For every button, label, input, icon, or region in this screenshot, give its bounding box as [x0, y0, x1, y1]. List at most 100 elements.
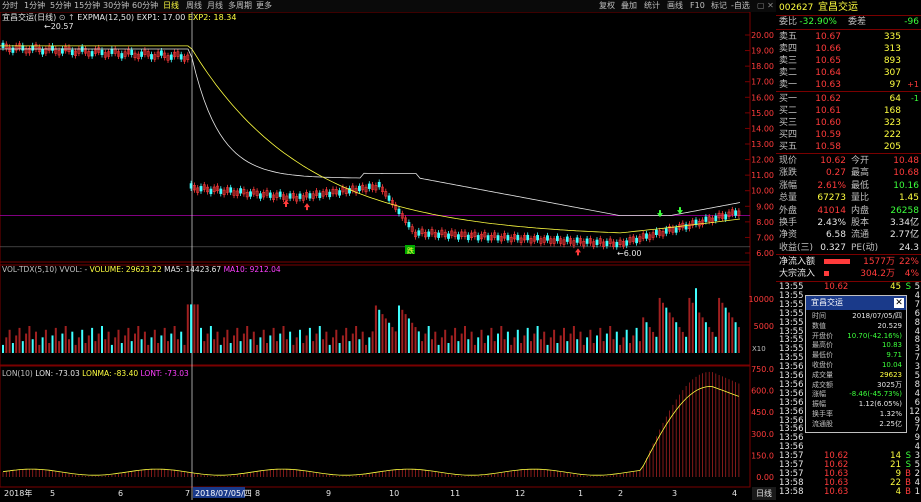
kline-chart-svg[interactable]: 20.0019.0018.0017.0016.0015.0014.0013.00…: [0, 11, 775, 500]
volume-bar: [38, 344, 41, 353]
period-tab-1[interactable]: 1分钟: [24, 1, 45, 11]
price-tick-label: 9.00: [756, 202, 774, 211]
period-tab-7[interactable]: 周线: [186, 1, 202, 11]
toolbar-button-5[interactable]: 标记: [711, 1, 727, 11]
stat-label: PE(动): [851, 242, 879, 253]
toolbar-button-3[interactable]: 画线: [667, 1, 683, 11]
popup-label: 涨幅: [812, 390, 826, 399]
tab-daily[interactable]: 日线: [752, 487, 776, 500]
stat-row: 收益(三) 0.327 PE(动) 24.3: [776, 242, 921, 254]
volume-bar: [170, 333, 173, 353]
volume-bar: [209, 326, 212, 353]
bid-row[interactable]: 买三 10.60 323: [776, 117, 921, 129]
volume-bar: [516, 329, 519, 353]
volume-bar: [421, 341, 424, 353]
bar-info-popup[interactable]: 宜昌交运 ✕ 时间 2018/07/05/四 数值 20.529 开盘价 10.70(-4…: [805, 295, 907, 433]
ask-row[interactable]: 卖四 10.66 313: [776, 43, 921, 55]
candle-body: [357, 185, 361, 192]
flow-label: 净流入额: [779, 257, 816, 267]
volume-bar: [427, 326, 430, 353]
bid-change: -1: [911, 94, 919, 103]
bid-row[interactable]: 买四 10.59 222: [776, 129, 921, 141]
volume-bar: [325, 331, 328, 353]
bid-row[interactable]: 买五 10.58 205: [776, 141, 921, 153]
period-tab-2[interactable]: 5分钟: [50, 1, 71, 11]
volume-bar: [219, 344, 222, 353]
stat-value: 10.68: [893, 168, 919, 179]
period-tab-4[interactable]: 30分钟: [103, 1, 129, 11]
volume-bar: [378, 309, 381, 353]
price-tick-label: 18.00: [751, 62, 774, 71]
volume-bar: [361, 331, 364, 353]
popup-title: 宜昌交运: [811, 298, 843, 307]
period-tab-5[interactable]: 60分钟: [132, 1, 158, 11]
window-controls[interactable]: ▢ ✕: [757, 1, 774, 11]
toolbar-button-4[interactable]: F10: [690, 1, 705, 11]
volume-bar: [688, 297, 691, 353]
period-tab-0[interactable]: 分时: [2, 1, 18, 11]
volume-bar: [619, 344, 622, 353]
period-tab-8[interactable]: 月线: [207, 1, 223, 11]
period-tab-6[interactable]: 日线: [163, 1, 179, 11]
bid-row[interactable]: 买二 10.61 168: [776, 105, 921, 117]
period-tab-3[interactable]: 15分钟: [74, 1, 100, 11]
volume-bar: [444, 329, 447, 353]
bid-row[interactable]: 买一 10.62 64 -1: [776, 93, 921, 105]
volume-bar: [543, 331, 546, 353]
volume-bar: [569, 333, 572, 353]
toolbar-button-0[interactable]: 复权: [599, 1, 615, 11]
volume-bar: [371, 331, 374, 353]
volume-bar: [5, 337, 8, 353]
volume-bar: [289, 331, 292, 353]
popup-value: 9.71: [886, 351, 902, 360]
bid-price: 10.62: [815, 94, 841, 104]
volume-bar: [450, 335, 453, 353]
close-icon[interactable]: ✕: [894, 298, 904, 308]
volume-bar: [553, 329, 556, 353]
volume-bar: [536, 326, 539, 353]
volume-bar: [203, 341, 206, 353]
volume-bar: [97, 333, 100, 353]
volume-bar: [186, 304, 189, 353]
candle-body: [734, 210, 738, 216]
popup-value: 29623: [879, 370, 902, 379]
price-tick-label: 19.00: [751, 47, 774, 56]
candle-body: [437, 232, 441, 238]
ask-row[interactable]: 卖三 10.65 893: [776, 55, 921, 67]
ask-row[interactable]: 卖五 10.67 335: [776, 31, 921, 43]
period-tab-10[interactable]: 更多: [256, 1, 272, 11]
period-tab-9[interactable]: 多周期: [228, 1, 252, 11]
volume-bar: [196, 304, 199, 353]
candle-body: [258, 193, 262, 199]
exp2-line: [0, 45, 741, 234]
volume-bar: [236, 327, 239, 353]
volume-bar: [391, 327, 394, 353]
main-header: 宜昌交运(日线) ⊙ ↑ EXPMA(12,50) EXP1: 17.00 EX…: [2, 12, 236, 22]
tick-row[interactable]: 13:58 10.63 4 B 1: [776, 486, 921, 497]
ask-row[interactable]: 卖二 10.64 307: [776, 67, 921, 79]
volume-bar: [411, 322, 414, 353]
volume-bar: [556, 343, 559, 353]
popup-value: 2.25亿: [879, 419, 902, 428]
toolbar-button-6[interactable]: -自选: [731, 1, 750, 11]
stat-label: 总量: [779, 193, 798, 204]
toolbar-button-2[interactable]: 统计: [644, 1, 660, 11]
candle-body: [565, 236, 569, 242]
chart-area[interactable]: 20.00 19.00 18.00 17.00 16.00 15.00 14.00 13.00…: [0, 11, 775, 500]
volume-bar: [137, 326, 140, 353]
stat-value: 2.61%: [817, 180, 846, 191]
volume-bar: [348, 341, 351, 353]
lon-tick-label: 0.00: [756, 473, 774, 482]
volume-bar: [493, 341, 496, 353]
volume-bar: [671, 317, 674, 353]
ask-row[interactable]: 卖一 10.63 97 +1: [776, 79, 921, 91]
candle-body: [546, 235, 549, 241]
popup-header[interactable]: 宜昌交运 ✕: [806, 296, 906, 310]
toolbar-button-1[interactable]: 叠加: [621, 1, 637, 11]
tick-price: 10.63: [824, 486, 849, 497]
popup-label: 最高价: [812, 341, 833, 350]
date-axis-label: 2: [618, 489, 623, 498]
stat-value: 10.16: [893, 180, 919, 191]
candle-body: [407, 221, 411, 228]
price-tick-label: 20.00: [751, 31, 774, 40]
